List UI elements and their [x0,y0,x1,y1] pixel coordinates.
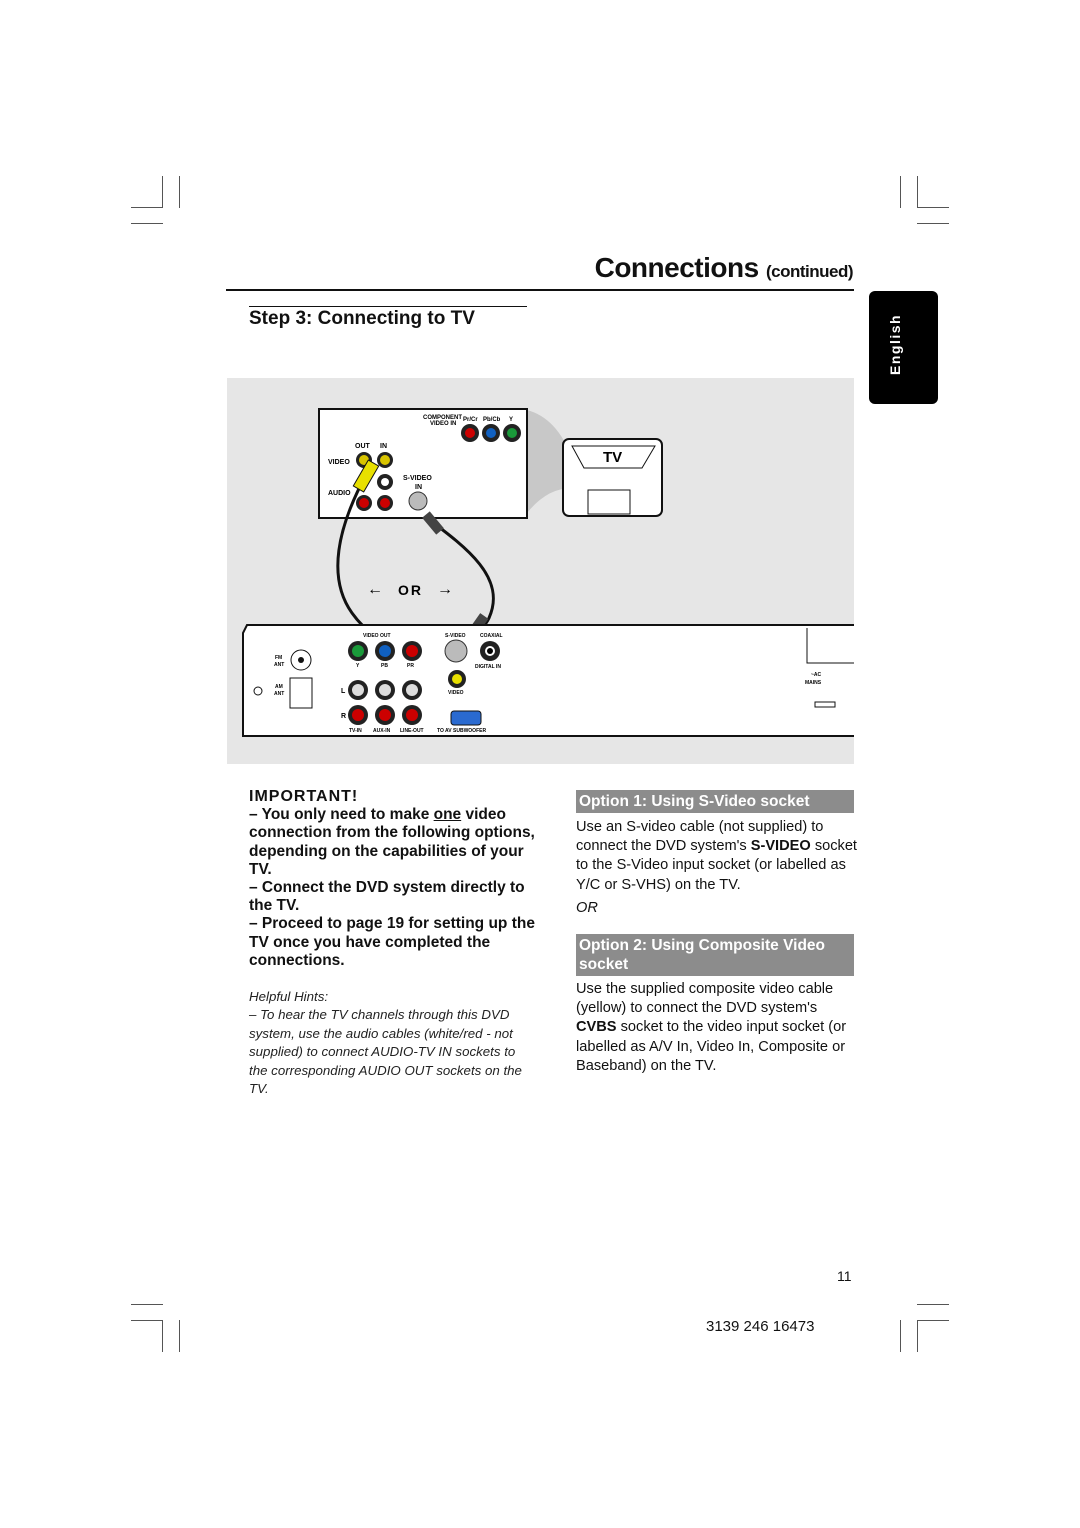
label-dvd-video: VIDEO [448,690,464,696]
label-svideo: S-VIDEO [403,475,432,482]
crop-mark [917,207,949,208]
crop-mark [917,1320,918,1352]
connection-diagram: COMPONENT VIDEO IN Pr/Cr Pb/Cb Y OUT IN … [227,378,854,764]
label-out: OUT [355,443,371,450]
important-line-2: – Connect the DVD system directly to the… [249,879,525,915]
label-in: IN [380,443,387,450]
option1-text-bold: S-VIDEO [750,838,811,855]
label-video-in: VIDEO IN [430,421,456,427]
label-am: AM [275,684,283,690]
label-audio: AUDIO [328,490,351,497]
option1-text: Use an S-video cable (not supplied) to c… [576,818,858,895]
dvd-back-panel: FM ANT AM ANT VIDEO OUT Y PB PR S-VIDEO … [242,624,854,737]
label-svideo-in: IN [415,484,422,491]
label-video: VIDEO [328,459,350,466]
label-pr: Pr/Cr [463,417,478,423]
line1-emphasis: one [433,806,462,824]
important-heading: IMPORTANT! [249,788,359,805]
label-coaxial: COAXIAL [480,633,503,639]
crop-mark [179,1320,180,1352]
crop-mark [917,176,918,208]
option2-text-pre: Use the supplied composite video cable (… [576,981,834,1017]
option2-text: Use the supplied composite video cable (… [576,980,858,1076]
important-note: IMPORTANT! – You only need to make one v… [249,788,539,970]
title-text: Connections [594,252,760,283]
header-rule [226,289,854,291]
important-line-1: – You only need to make one video connec… [249,806,539,879]
label-am-ant: ANT [274,691,284,697]
crop-mark [917,223,949,224]
helpful-hints: Helpful Hints: – To hear the TV channels… [249,988,534,1098]
crop-mark [131,223,163,224]
label-dvd-svideo: S-VIDEO [445,633,466,639]
title-suffix: (continued) [765,262,854,281]
crop-mark [917,1304,949,1305]
step-title: Step 3: Connecting to TV [249,306,527,330]
document-code: 3139 246 16473 [706,1318,815,1335]
page-number: 11 [837,1268,852,1284]
tv-label: TV [603,449,622,466]
language-label: English [887,313,903,375]
crop-mark [162,1320,163,1352]
arrow-right-icon: → [437,581,453,598]
label-subwoofer: TO AV SUBWOOFER [437,728,486,734]
crop-mark [131,207,163,208]
label-tv-in: TV-IN [349,728,362,734]
label-y: Y [509,417,513,423]
option2-heading: Option 2: Using Composite Video socket [576,934,854,976]
hints-text: – To hear the TV channels through this D… [249,1007,522,1097]
page-title: Connections (continued) [594,252,854,284]
crop-mark [179,176,180,208]
crop-mark [162,176,163,208]
label-fm: FM [275,655,282,661]
or-separator: OR [576,900,598,916]
tv-illustration: TV [562,438,663,517]
important-line-3: – Proceed to page 19 for setting up the … [249,915,535,969]
label-pb: Pb/Cb [483,417,501,423]
label-mains: MAINS [805,680,822,686]
crop-mark [900,176,901,208]
label-aux-in: AUX-IN [373,728,391,734]
label-ac: ~AC [811,672,822,678]
label-l: L [341,688,346,695]
arrow-left-icon: ← [367,581,383,598]
crop-mark [131,1304,163,1305]
line1-pre: – You only need to make [249,806,434,824]
label-video-out: VIDEO OUT [363,633,391,639]
hints-heading: Helpful Hints: [249,989,329,1004]
crop-mark [900,1320,901,1352]
option1-heading: Option 1: Using S-Video socket [576,790,854,813]
label-r: R [341,713,346,720]
label-fm-ant: ANT [274,662,284,668]
option2-text-bold: CVBS [576,1019,617,1036]
label-line-out: LINE-OUT [400,728,424,734]
or-label: OR [398,582,423,598]
crop-mark [131,1320,163,1321]
language-tab: English [869,291,938,404]
label-dvd-pb: PB [381,663,388,669]
manual-page: Connections (continued) Step 3: Connecti… [0,0,1080,1528]
option2-text-post: socket to the video input socket (or lab… [576,1019,847,1074]
crop-mark [917,1320,949,1321]
label-dvd-pr: PR [407,663,414,669]
label-digital-in: DIGITAL IN [475,664,501,670]
